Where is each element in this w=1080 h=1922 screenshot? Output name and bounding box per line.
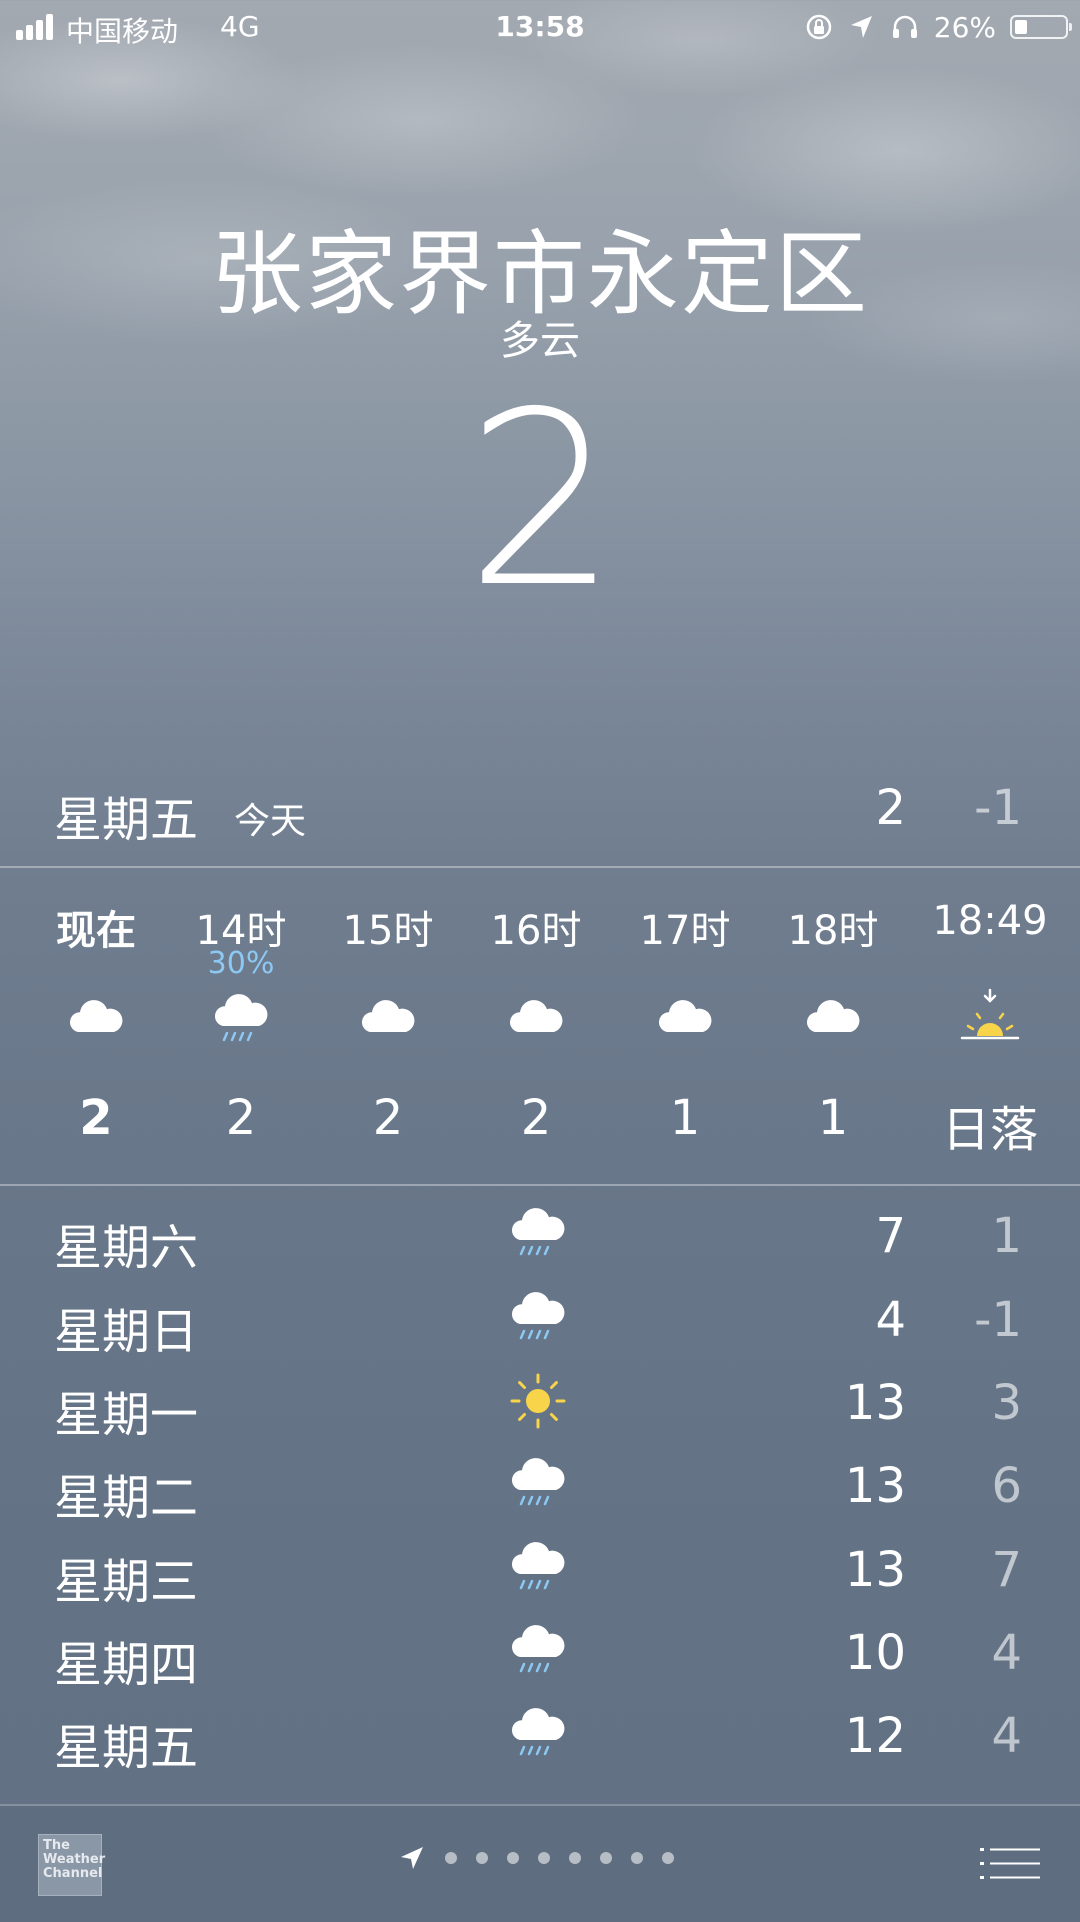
hour-time: 17时 <box>639 908 731 954</box>
page-dot[interactable] <box>445 1852 457 1864</box>
location-page-icon <box>401 1847 423 1869</box>
today-low: -1 <box>974 780 1022 836</box>
hour-temp: 日落 <box>941 1102 1038 1158</box>
page-dot[interactable] <box>476 1852 488 1864</box>
cloud-icon <box>64 988 128 1052</box>
today-summary: 星期五 今天 2 -1 <box>0 770 1080 868</box>
day-name: 星期五 <box>54 1720 199 1776</box>
battery-percent: 26% <box>933 10 996 44</box>
hour-temp: 2 <box>225 1090 257 1146</box>
day-row: 星期二 13 6 <box>0 1444 1080 1528</box>
day-row: 星期五 12 4 <box>0 1694 1080 1778</box>
day-name: 星期日 <box>54 1304 199 1360</box>
cloud-rain-icon <box>506 1286 570 1350</box>
day-high: 13 <box>844 1375 906 1431</box>
day-high: 10 <box>844 1625 906 1681</box>
battery-icon <box>1010 15 1072 39</box>
hour-item: 16时 2 <box>466 868 606 1184</box>
precip-chance: 30% <box>207 946 275 981</box>
hour-item: 15时 2 <box>318 868 458 1184</box>
page-dot[interactable] <box>538 1852 550 1864</box>
day-low: 6 <box>991 1458 1022 1514</box>
day-low: 4 <box>991 1708 1022 1764</box>
day-row: 星期一 13 3 <box>0 1361 1080 1445</box>
page-dot[interactable] <box>600 1852 612 1864</box>
hour-item: 现在 2 <box>26 868 166 1184</box>
hour-time: 现在 <box>56 908 136 954</box>
page-indicator[interactable] <box>398 1844 674 1872</box>
day-high: 7 <box>875 1208 906 1264</box>
cloud-rain-icon <box>506 1619 570 1683</box>
day-row: 星期四 10 4 <box>0 1611 1080 1695</box>
page-dot[interactable] <box>662 1852 674 1864</box>
hour-temp: 1 <box>817 1090 849 1146</box>
hour-item: 17时 1 <box>615 868 755 1184</box>
today-high: 2 <box>875 780 906 836</box>
day-low: 7 <box>991 1542 1022 1598</box>
page-dot[interactable] <box>507 1852 519 1864</box>
hour-item: 18时 1 <box>763 868 903 1184</box>
hour-item: 18:49 日落 <box>920 868 1060 1184</box>
page-dot[interactable] <box>569 1852 581 1864</box>
sun-icon <box>506 1369 570 1433</box>
day-name: 星期六 <box>54 1220 199 1276</box>
status-bar: 中国移动 4G 13:58 26% <box>0 0 1080 54</box>
location-arrow-icon <box>850 16 872 38</box>
sunset-icon <box>958 988 1022 1052</box>
weather-channel-logo[interactable]: The Weather Channel <box>38 1834 105 1896</box>
rotation-lock-icon <box>806 14 832 40</box>
day-row: 星期日 4 -1 <box>0 1278 1080 1362</box>
day-high: 13 <box>844 1458 906 1514</box>
day-name: 星期二 <box>54 1470 199 1526</box>
cloud-icon <box>653 988 717 1052</box>
day-low: 4 <box>991 1625 1022 1681</box>
day-low: 1 <box>991 1208 1022 1264</box>
day-high: 12 <box>844 1708 906 1764</box>
hour-time: 18时 <box>787 908 879 954</box>
day-name: 星期四 <box>54 1637 199 1693</box>
day-name: 星期一 <box>54 1387 199 1443</box>
cloud-rain-icon <box>506 1702 570 1766</box>
current-temperature: 2 <box>465 360 619 640</box>
city-list-icon[interactable] <box>980 1846 1040 1882</box>
cloud-icon <box>356 988 420 1052</box>
hour-time: 16时 <box>490 908 582 954</box>
hour-temp: 2 <box>79 1090 113 1146</box>
hour-temp: 2 <box>520 1090 552 1146</box>
cloud-rain-icon <box>209 988 273 1052</box>
day-name: 星期三 <box>54 1554 199 1610</box>
day-high: 4 <box>875 1292 906 1348</box>
day-row: 星期三 13 7 <box>0 1528 1080 1612</box>
hour-time: 18:49 <box>932 898 1048 944</box>
hour-temp: 2 <box>372 1090 404 1146</box>
cloud-rain-icon <box>506 1536 570 1600</box>
day-low: -1 <box>974 1292 1022 1348</box>
headphones-icon <box>892 15 917 38</box>
today-label: 今天 <box>234 801 307 842</box>
cloud-icon <box>504 988 568 1052</box>
page-dot[interactable] <box>631 1852 643 1864</box>
cloud-rain-icon <box>506 1202 570 1266</box>
bottom-toolbar: The Weather Channel <box>0 1804 1080 1922</box>
hour-temp: 1 <box>669 1090 701 1146</box>
hour-time: 15时 <box>342 908 434 954</box>
day-high: 13 <box>844 1542 906 1598</box>
today-weekday: 星期五 <box>54 792 199 848</box>
hourly-forecast[interactable]: 现在 2 14时 30% 2 15时 2 16时 2 17时 1 18时 1 1… <box>0 868 1080 1186</box>
day-row: 星期六 7 1 <box>0 1194 1080 1278</box>
day-low: 3 <box>991 1375 1022 1431</box>
cloud-rain-icon <box>506 1452 570 1516</box>
hour-item: 14时 30% 2 <box>171 868 311 1184</box>
current-condition: 多云 <box>500 318 580 364</box>
cloud-icon <box>801 988 865 1052</box>
